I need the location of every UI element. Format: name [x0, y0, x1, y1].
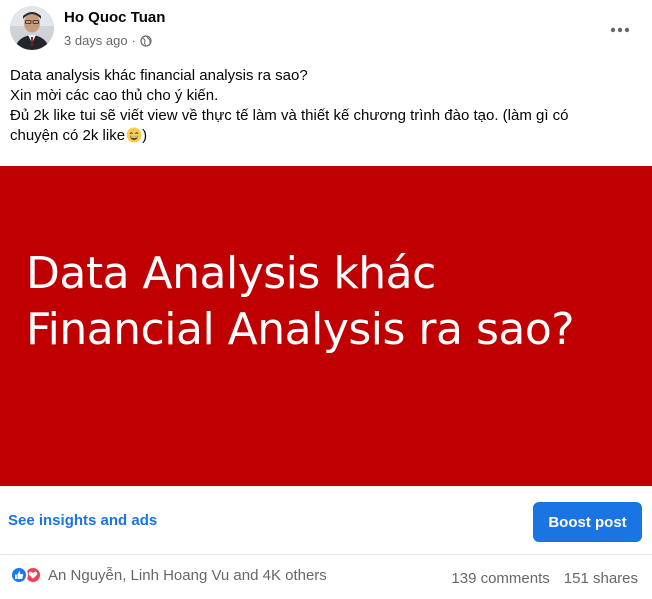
- post-text-line: Đủ 2k like tui sẽ viết view về thực tế l…: [10, 107, 569, 124]
- post-meta: 3 days ago ·: [64, 33, 152, 48]
- post-text-line-with-emoji: chuyện có 2k like ): [10, 126, 642, 146]
- boost-post-button[interactable]: Boost post: [533, 502, 642, 542]
- see-insights-link[interactable]: See insights and ads: [8, 512, 157, 529]
- author-avatar[interactable]: [10, 6, 54, 50]
- banner-title: Data Analysis khác Financial Analysis ra…: [26, 246, 575, 358]
- comments-count-link[interactable]: 139 comments: [451, 570, 549, 587]
- shares-count-link[interactable]: 151 shares: [564, 570, 638, 587]
- post-text-line: Data analysis khác financial analysis ra…: [10, 67, 308, 84]
- more-options-icon[interactable]: [602, 12, 638, 48]
- post-text-fragment: ): [142, 127, 148, 144]
- facebook-post: Ho Quoc Tuan 3 days ago · Data analysis …: [0, 0, 652, 599]
- globe-icon[interactable]: [140, 34, 152, 47]
- author-name[interactable]: Ho Quoc Tuan: [64, 9, 165, 26]
- reactors-text: An Nguyễn, Linh Hoang Vu and 4K others: [48, 566, 327, 584]
- post-text: Data analysis khác financial analysis ra…: [10, 66, 642, 146]
- meta-separator: ·: [131, 33, 136, 48]
- banner-title-line: Financial Analysis ra sao?: [26, 304, 575, 355]
- post-header: Ho Quoc Tuan 3 days ago ·: [0, 0, 652, 62]
- engagement-stats: 139 comments 151 shares: [451, 570, 638, 587]
- post-text-fragment: chuyện có 2k like: [10, 127, 126, 144]
- grinning-face-emoji-icon: [126, 127, 142, 143]
- footer-divider: [0, 554, 652, 555]
- avatar-portrait-icon: [10, 6, 54, 50]
- like-icon: [10, 566, 28, 584]
- reactions-summary[interactable]: An Nguyễn, Linh Hoang Vu and 4K others: [10, 566, 327, 584]
- post-image-banner[interactable]: Data Analysis khác Financial Analysis ra…: [0, 166, 652, 486]
- banner-title-line: Data Analysis khác: [26, 248, 436, 299]
- post-timestamp[interactable]: 3 days ago: [64, 33, 128, 48]
- post-text-line: Xin mời các cao thủ cho ý kiến.: [10, 87, 219, 104]
